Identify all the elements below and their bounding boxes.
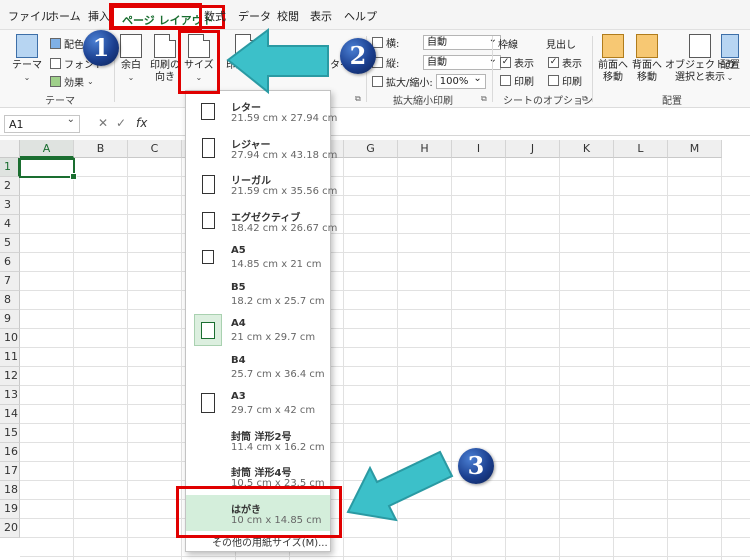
annotation-arrows <box>226 28 454 522</box>
step-badge-3: 3 <box>458 448 494 484</box>
arrow-pointing-down-left-icon <box>346 450 454 522</box>
step-badge-1: 1 <box>83 30 119 66</box>
step-badge-2: 2 <box>340 38 376 74</box>
arrow-pointing-left-icon <box>226 28 329 95</box>
